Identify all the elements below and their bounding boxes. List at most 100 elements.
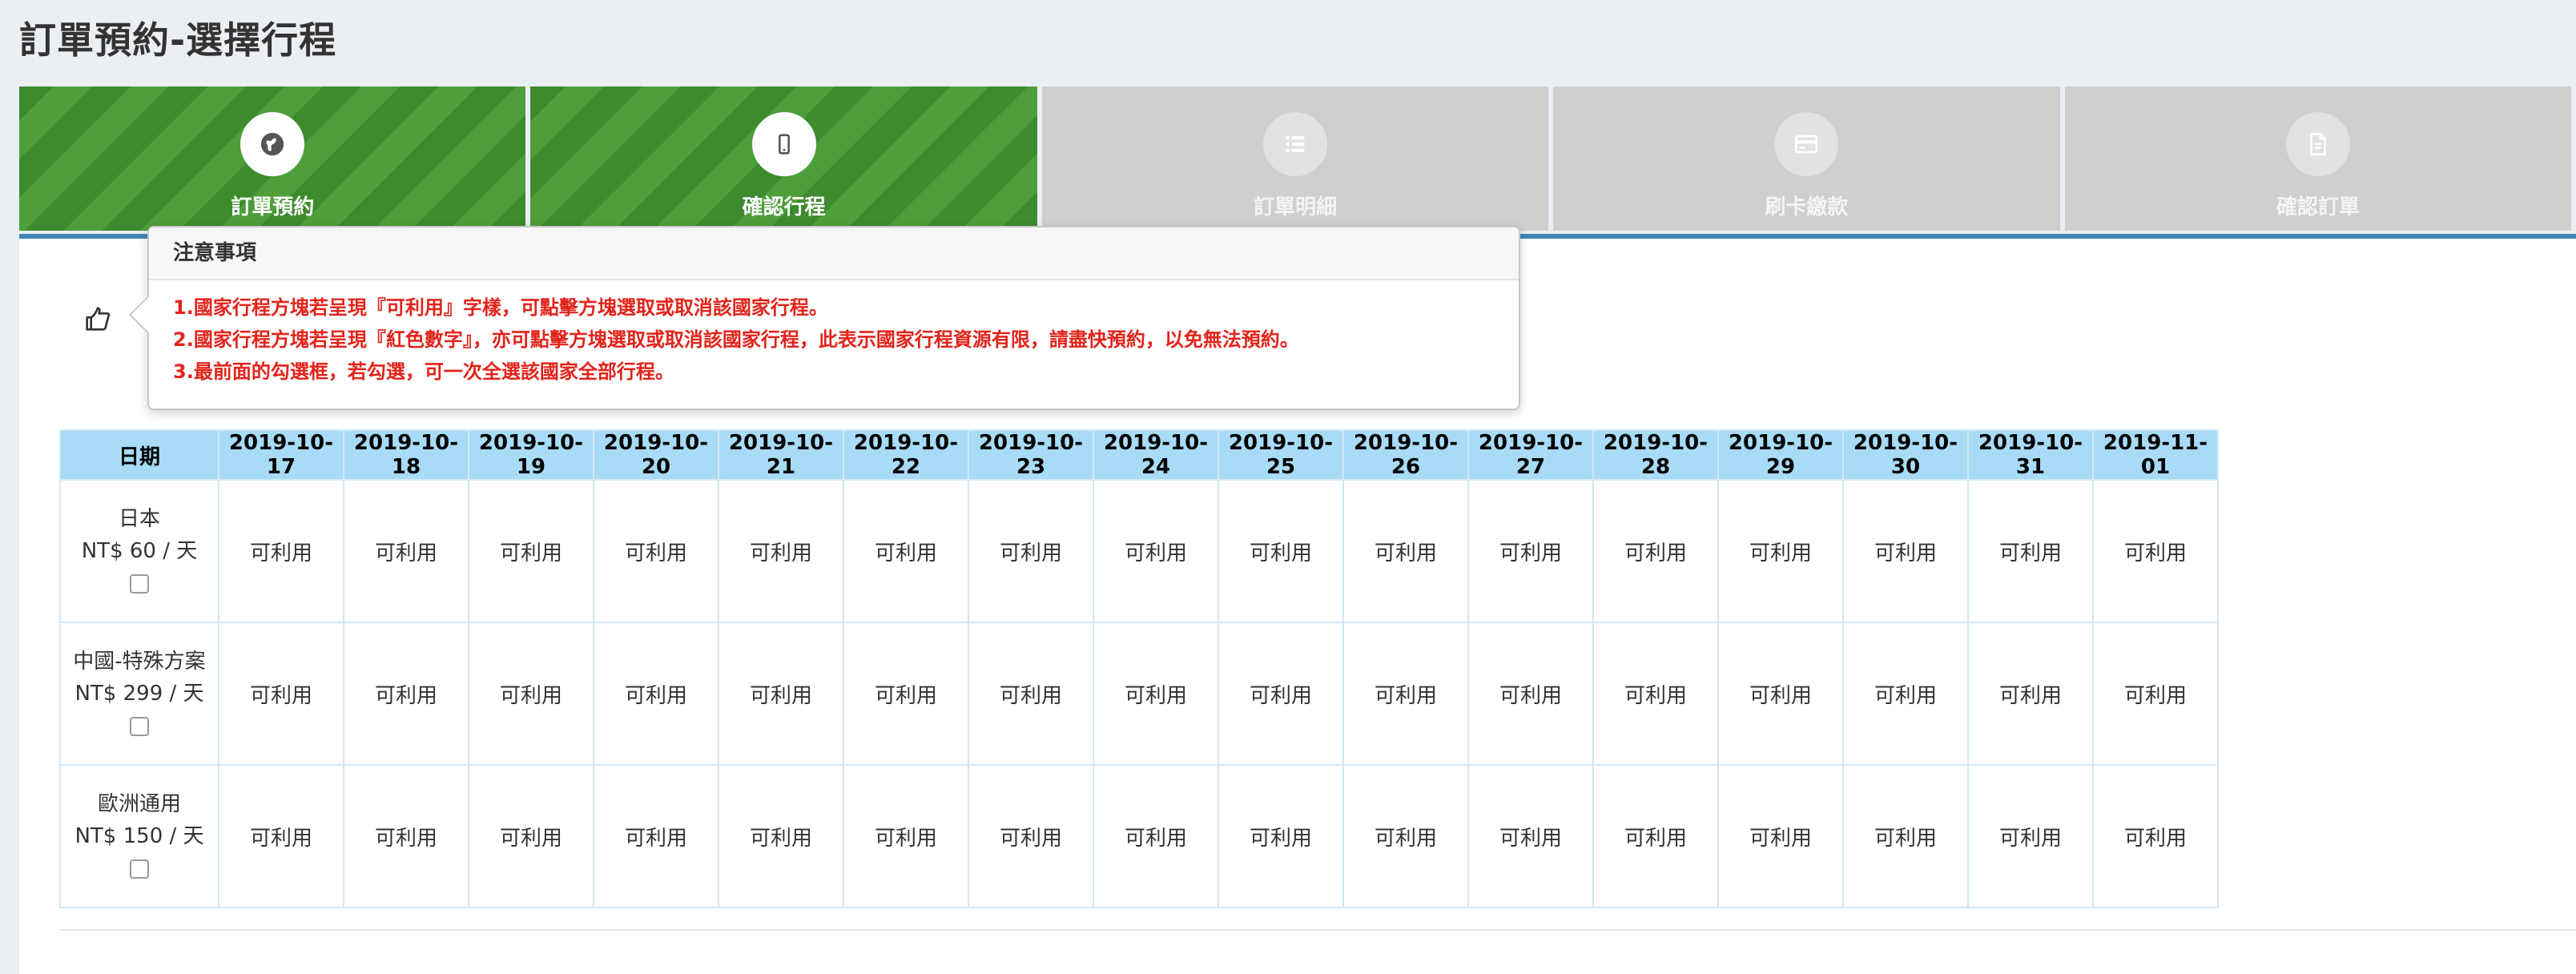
notice-line: 3.最前面的勾選框，若勾選，可一次全選該國家全部行程。 [173,360,674,383]
availability-cell[interactable]: 可利用 [218,622,344,766]
date-column-header: 2019-10-19 [468,429,594,481]
region-name: 歐洲通用 [97,792,181,816]
availability-cell[interactable]: 可利用 [1717,764,1844,908]
date-column-header: 2019-10-30 [1842,429,1969,481]
select-all-checkbox[interactable] [130,716,149,736]
availability-cell[interactable]: 可利用 [593,479,719,623]
hand-pointer-icon[interactable] [82,303,114,335]
date-column-header: 2019-11-01 [2092,429,2219,481]
availability-cell[interactable]: 可利用 [1467,764,1594,908]
notice-title: 注意事項 [149,227,1519,280]
step-label: 確認行程 [742,195,826,219]
date-column-header: 2019-10-20 [593,429,719,481]
availability-cell[interactable]: 可利用 [1717,622,1844,766]
availability-cell[interactable]: 可利用 [1842,622,1969,766]
availability-cell[interactable]: 可利用 [1342,764,1469,908]
step-confirm-order[interactable]: 確認訂單 [2064,87,2572,231]
region-price: NT$ 60 / 天 [81,539,198,563]
table-header-row: 日期 2019-10-17 2019-10-18 2019-10-19 2019-10… [59,429,2219,481]
availability-cell[interactable]: 可利用 [1467,622,1594,766]
availability-cell[interactable]: 可利用 [468,622,594,766]
select-all-checkbox[interactable] [130,574,149,594]
region-cell: 歐洲通用 NT$ 150 / 天 [59,764,219,908]
step-order-details[interactable]: 訂單明細 [1041,87,1549,231]
step-label: 刷卡繳款 [1765,195,1849,219]
select-all-checkbox[interactable] [130,859,149,879]
notice-line: 2.國家行程方塊若呈現『紅色數字』，亦可點擊方塊選取或取消該國家行程，此表示國家… [173,328,1299,351]
date-column-header: 2019-10-18 [343,429,469,481]
date-column-header: 2019-10-25 [1218,429,1344,481]
date-column-header: 2019-10-27 [1467,429,1594,481]
order-steps: 訂單預約 確認行程 訂單明細 刷卡繳款 確認訂單 [19,87,2576,231]
availability-cell[interactable]: 可利用 [968,479,1094,623]
availability-cell[interactable]: 可利用 [1967,479,2094,623]
availability-cell[interactable]: 可利用 [1093,764,1219,908]
date-column-header: 2019-10-23 [968,429,1094,481]
document-icon [2285,112,2350,176]
availability-cell[interactable]: 可利用 [2092,764,2219,908]
region-name: 日本 [118,507,160,531]
availability-cell[interactable]: 可利用 [1592,764,1719,908]
date-column-header: 2019-10-31 [1967,429,2094,481]
availability-cell[interactable]: 可利用 [1842,479,1969,623]
page-title: 訂單預約-選擇行程 [19,18,337,62]
availability-cell[interactable]: 可利用 [718,622,844,766]
step-label: 訂單預約 [231,195,315,219]
step-order-booking[interactable]: 訂單預約 [19,87,526,231]
step-label: 確認訂單 [2276,195,2360,219]
availability-cell[interactable]: 可利用 [343,622,469,766]
list-icon [1263,112,1328,176]
availability-cell[interactable]: 可利用 [1093,622,1219,766]
date-column-header: 2019-10-21 [718,429,844,481]
availability-cell[interactable]: 可利用 [718,764,844,908]
availability-cell[interactable]: 可利用 [1093,479,1219,623]
availability-cell[interactable]: 可利用 [1967,622,2094,766]
availability-cell[interactable]: 可利用 [1717,479,1844,623]
availability-cell[interactable]: 可利用 [1218,764,1344,908]
date-header: 日期 [59,429,219,481]
notice-body: 1.國家行程方塊若呈現『可利用』字樣，可點擊方塊選取或取消該國家行程。 2.國家… [149,280,1519,399]
availability-cell[interactable]: 可利用 [2092,622,2219,766]
availability-cell[interactable]: 可利用 [1467,479,1594,623]
availability-cell[interactable]: 可利用 [1342,622,1469,766]
availability-cell[interactable]: 可利用 [468,764,594,908]
availability-cell[interactable]: 可利用 [343,479,469,623]
availability-cell[interactable]: 可利用 [843,479,969,623]
main-content: 注意事項 1.國家行程方塊若呈現『可利用』字樣，可點擊方塊選取或取消該國家行程。… [19,226,2576,974]
step-card-payment[interactable]: 刷卡繳款 [1553,87,2060,231]
region-cell: 日本 NT$ 60 / 天 [59,479,219,623]
availability-cell[interactable]: 可利用 [718,479,844,623]
date-column-header: 2019-10-24 [1093,429,1219,481]
availability-cell[interactable]: 可利用 [593,764,719,908]
step-confirm-itinerary[interactable]: 確認行程 [530,87,1037,231]
availability-cell[interactable]: 可利用 [1967,764,2094,908]
availability-cell[interactable]: 可利用 [343,764,469,908]
availability-cell[interactable]: 可利用 [218,479,344,623]
availability-cell[interactable]: 可利用 [1342,479,1469,623]
availability-cell[interactable]: 可利用 [218,764,344,908]
region-price: NT$ 299 / 天 [74,682,204,706]
region-price: NT$ 150 / 天 [74,824,204,848]
availability-cell[interactable]: 可利用 [968,764,1094,908]
availability-cell[interactable]: 可利用 [843,764,969,908]
availability-cell[interactable]: 可利用 [1218,622,1344,766]
region-name: 中國-特殊方案 [73,650,206,674]
availability-cell[interactable]: 可利用 [1592,622,1719,766]
date-column-header: 2019-10-17 [218,429,344,481]
table-row: 歐洲通用 NT$ 150 / 天可利用 可利用 可利用 可利用 可利用 可利用 可利用 可利用可… [59,764,2219,908]
availability-cell[interactable]: 可利用 [1218,479,1344,623]
availability-cell[interactable]: 可利用 [2092,479,2219,623]
divider [59,929,2576,931]
availability-cell[interactable]: 可利用 [1592,479,1719,623]
notice-line: 1.國家行程方塊若呈現『可利用』字樣，可點擊方塊選取或取消該國家行程。 [173,296,828,319]
date-column-header: 2019-10-26 [1342,429,1469,481]
availability-cell[interactable]: 可利用 [468,479,594,623]
availability-cell[interactable]: 可利用 [593,622,719,766]
availability-cell[interactable]: 可利用 [968,622,1094,766]
notice-popover: 注意事項 1.國家行程方塊若呈現『可利用』字樣，可點擊方塊選取或取消該國家行程。… [128,226,1520,410]
region-cell: 中國-特殊方案 NT$ 299 / 天 [59,622,219,766]
step-label: 訂單明細 [1254,195,1338,219]
availability-cell[interactable]: 可利用 [843,622,969,766]
availability-cell[interactable]: 可利用 [1842,764,1969,908]
date-column-header: 2019-10-29 [1717,429,1844,481]
